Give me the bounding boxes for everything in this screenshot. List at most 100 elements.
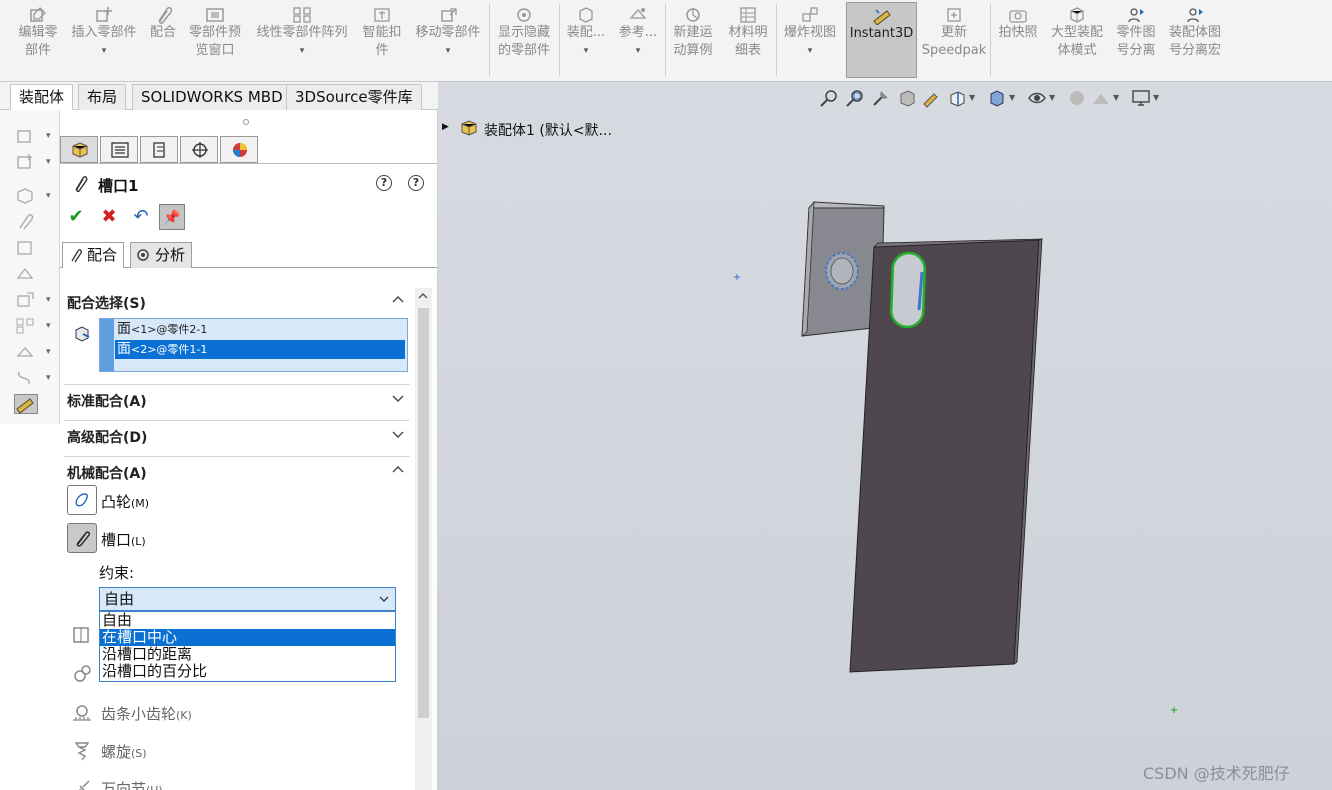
constraint-option-distance[interactable]: 沿槽口的距离 — [100, 646, 395, 663]
reference-tool[interactable] — [14, 342, 38, 362]
bill-of-materials-button[interactable]: 材料明 细表 — [722, 2, 774, 78]
tab-property-manager[interactable] — [100, 136, 138, 163]
smart-fastener-tool[interactable] — [14, 264, 38, 284]
cancel-x-icon[interactable]: ✖ — [96, 204, 122, 230]
part-number-split-button[interactable]: 零件图 号分离 — [1112, 2, 1160, 78]
screw-mate-button[interactable]: 螺旋(S) — [67, 735, 367, 767]
mate-selection-list[interactable]: 面<1>@零件2-1 面<2>@零件1-1 — [99, 318, 408, 372]
smart-fasteners-icon — [372, 6, 392, 24]
chevron-down-icon[interactable]: ▾ — [46, 321, 51, 331]
sketch-tool[interactable] — [14, 368, 38, 388]
tab-mates[interactable]: 配合 — [62, 242, 125, 268]
chevron-down-icon[interactable]: ▾ — [410, 46, 486, 56]
snapshot-icon — [1008, 6, 1028, 24]
chevron-down-icon[interactable]: ▾ — [66, 46, 142, 56]
bom-icon — [738, 6, 758, 24]
pm-scrollbar[interactable] — [415, 288, 432, 790]
rack-pinion-mate-button[interactable]: 齿条小齿轮(K) — [67, 697, 367, 729]
constraint-option-free[interactable]: 自由 — [100, 612, 395, 629]
assembly-tool[interactable] — [14, 186, 38, 206]
whats-new-icon[interactable]: ? — [376, 175, 392, 191]
manager-tabs — [60, 136, 437, 164]
undo-icon[interactable]: ↶ — [128, 204, 154, 230]
update-speedpak-button[interactable]: 更新 Speedpak — [921, 2, 987, 78]
chevron-down-icon[interactable]: ▾ — [46, 295, 51, 305]
linear-pattern-button[interactable]: 线性零部件阵列 ▾ — [250, 2, 354, 78]
linear-pattern-icon — [16, 318, 34, 334]
pattern-icon — [17, 241, 32, 255]
linear-pattern-icon — [292, 6, 312, 24]
show-hidden-components-button[interactable]: 显示隐藏 的零部件 — [492, 2, 556, 78]
pin-icon[interactable]: 📌 — [159, 204, 185, 230]
constraint-option-percent[interactable]: 沿槽口的百分比 — [100, 663, 395, 680]
insert-component-button[interactable]: 插入零部件 ▾ — [66, 2, 142, 78]
tab-assembly[interactable]: 装配体 — [10, 84, 74, 110]
mate-button[interactable]: 配合 — [146, 2, 180, 78]
component-preview-button[interactable]: 零部件预 览窗口 — [184, 2, 246, 78]
divider — [64, 456, 410, 457]
universal-joint-mate-button[interactable]: 万向节(U) — [67, 772, 367, 790]
move-component-button[interactable]: 移动零部件 ▾ — [410, 2, 486, 78]
help-icon[interactable]: ? — [408, 175, 424, 191]
edit-component-icon — [28, 6, 48, 24]
tab-layout[interactable]: 布局 — [78, 84, 127, 110]
divider — [64, 384, 410, 385]
exploded-view-button[interactable]: 爆炸视图 ▾ — [779, 2, 841, 78]
tab-3dsource-library[interactable]: 3DSource零件库 — [286, 84, 422, 110]
appearance-icon — [233, 143, 247, 157]
slot-mate-button[interactable]: 槽口(L) — [67, 523, 367, 555]
graphics-viewport[interactable]: ▼ ▼ ▼ ▼ ▼ ▶ 装配体1 (默认<默... CSDN @技术死肥仔 — [438, 82, 1332, 790]
tab-solidworks-mbd[interactable]: SOLIDWORKS MBD — [132, 84, 292, 110]
edit-component-tool[interactable] — [14, 126, 38, 146]
section-standard-mates[interactable]: 标准配合(A) — [60, 386, 412, 414]
insert-tool[interactable] — [14, 152, 38, 172]
chevron-down-icon[interactable]: ▾ — [46, 191, 51, 201]
tab-configuration-manager[interactable] — [140, 136, 178, 163]
pattern-tool[interactable] — [14, 238, 38, 258]
section-mate-selections[interactable]: 配合选择(S) — [60, 288, 412, 316]
pm-actions: ✔ ✖ ↶ 📌 — [60, 202, 437, 234]
part-number-split-icon — [1126, 6, 1146, 24]
smart-fasteners-button[interactable]: 智能扣 件 — [358, 2, 406, 78]
assembly-features-button[interactable]: 装配... ▾ — [562, 2, 610, 78]
section-mechanical-mates[interactable]: 机械配合(A) — [60, 458, 412, 486]
move-tool[interactable] — [14, 290, 38, 310]
constraint-select[interactable]: 自由 — [99, 587, 396, 611]
chevron-down-icon[interactable]: ▾ — [46, 373, 51, 383]
chevron-down-icon[interactable]: ▾ — [46, 347, 51, 357]
scroll-thumb[interactable] — [418, 308, 429, 718]
new-motion-study-button[interactable]: 新建运 动算例 — [668, 2, 718, 78]
mate-entities-icon — [72, 324, 94, 344]
constraint-option-center[interactable]: 在槽口中心 — [100, 629, 395, 646]
3d-model-view[interactable] — [438, 82, 1332, 790]
assembly-number-split-button[interactable]: 装配体图 号分离宏 — [1164, 2, 1226, 78]
instant3d-button[interactable]: Instant3D — [846, 2, 917, 78]
tab-analysis[interactable]: 分析 — [130, 242, 193, 268]
chevron-down-icon[interactable]: ▾ — [250, 46, 354, 56]
mate-tool[interactable] — [14, 212, 38, 232]
chevron-down-icon[interactable]: ▾ — [46, 157, 51, 167]
edit-component-button[interactable]: 编辑零 部件 — [12, 2, 64, 78]
chevron-down-icon[interactable]: ▾ — [562, 46, 610, 56]
linear-pattern-tool[interactable] — [14, 316, 38, 336]
large-assembly-mode-button[interactable]: 大型装配 体模式 — [1046, 2, 1108, 78]
reference-geometry-button[interactable]: 参考... ▾ — [614, 2, 662, 78]
panel-grip[interactable] — [243, 119, 249, 125]
section-advanced-mates[interactable]: 高级配合(D) — [60, 422, 412, 450]
insert-component-icon — [94, 6, 114, 24]
instant3d-tool[interactable] — [14, 394, 38, 414]
chevron-down-icon — [392, 395, 404, 402]
ok-check-icon[interactable]: ✔ — [63, 204, 89, 230]
chevron-down-icon[interactable]: ▾ — [46, 131, 51, 141]
chevron-down-icon[interactable]: ▾ — [614, 46, 662, 56]
selection-item[interactable]: 面<2>@零件1-1 — [115, 340, 405, 359]
smart-fasteners-icon — [16, 267, 34, 279]
tab-dimxpert-manager[interactable] — [180, 136, 218, 163]
cam-mate-button[interactable]: 凸轮(M) — [67, 485, 367, 517]
snapshot-button[interactable]: 拍快照 — [994, 2, 1042, 78]
chevron-down-icon[interactable]: ▾ — [779, 46, 841, 56]
selection-item[interactable]: 面<1>@零件2-1 — [115, 320, 405, 339]
ribbon-separator — [990, 4, 991, 76]
tab-display-manager[interactable] — [220, 136, 258, 163]
tab-feature-manager[interactable] — [60, 136, 98, 163]
